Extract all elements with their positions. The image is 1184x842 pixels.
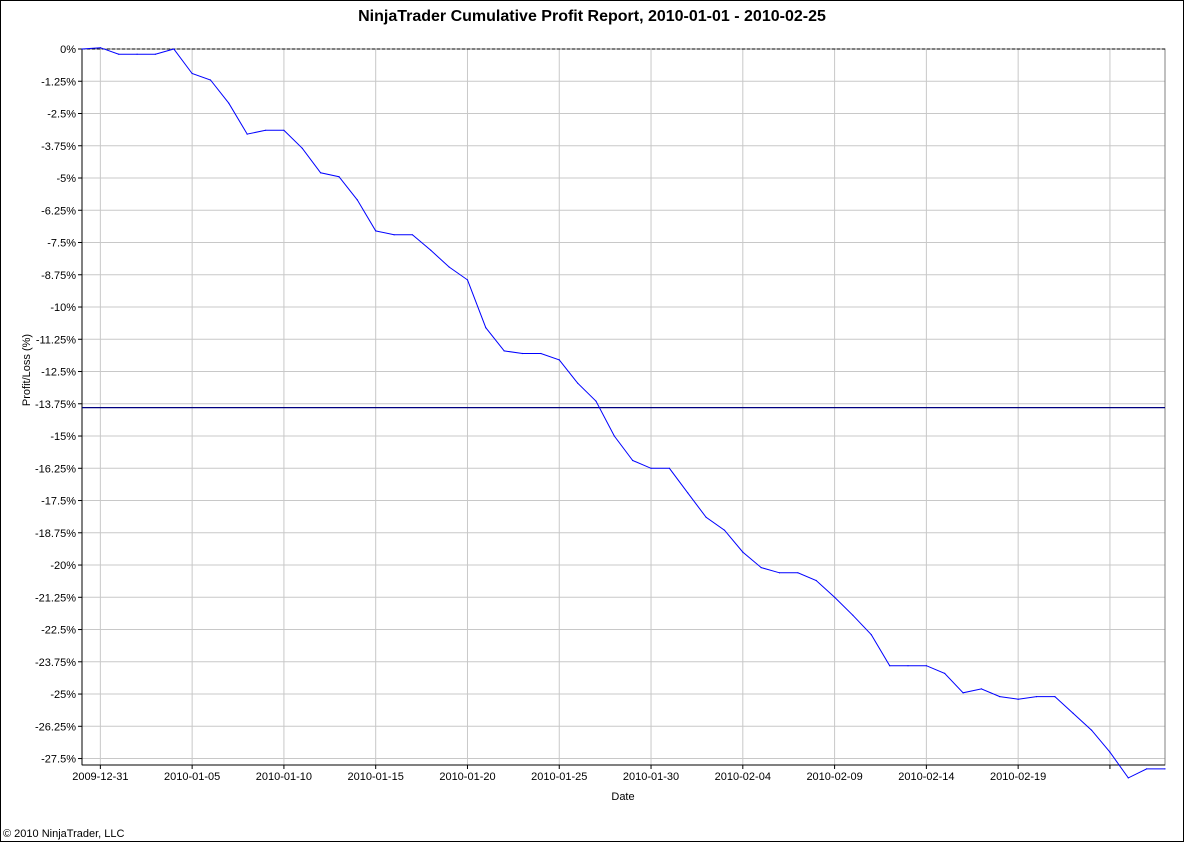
x-tick-label: 2010-01-30 bbox=[623, 771, 679, 783]
y-tick-label: -16.25% bbox=[35, 463, 76, 475]
series-point bbox=[797, 572, 799, 574]
y-tick-label: -10% bbox=[50, 302, 76, 314]
series-point bbox=[815, 579, 817, 582]
series-point bbox=[1072, 712, 1074, 715]
y-tick-label: -1.25% bbox=[41, 76, 76, 88]
series-point bbox=[980, 688, 983, 690]
y-tick-label: -12.5% bbox=[41, 367, 76, 379]
y-tick-label: -11.25% bbox=[36, 334, 76, 346]
series-point bbox=[870, 634, 872, 636]
series-point bbox=[778, 572, 781, 574]
y-tick-label: -5% bbox=[56, 173, 76, 185]
series-point bbox=[1017, 698, 1019, 700]
series-point bbox=[925, 665, 928, 667]
series-point bbox=[136, 53, 138, 55]
cumulative-profit-chart: 0% -1.25% -2.5% -3.75% -5% -6.25% -7.5% -8.75% -… bbox=[35, 44, 1166, 783]
series-point bbox=[375, 230, 377, 232]
series-point bbox=[191, 72, 193, 75]
series-point bbox=[1164, 768, 1166, 770]
series-point bbox=[1035, 696, 1038, 698]
y-tick-label: -8.75% bbox=[41, 270, 76, 282]
x-tick-label: 2010-02-14 bbox=[898, 771, 954, 783]
series-point bbox=[668, 467, 671, 469]
series-point bbox=[265, 129, 267, 131]
series-point bbox=[356, 199, 358, 201]
series-point bbox=[209, 79, 212, 81]
y-tick-label: -17.5% bbox=[41, 496, 76, 508]
series-point bbox=[173, 48, 175, 50]
series-point bbox=[81, 48, 83, 50]
series-point bbox=[521, 352, 524, 355]
series-point bbox=[577, 382, 579, 384]
series-point bbox=[338, 176, 340, 178]
x-tick-label: 2010-01-10 bbox=[256, 771, 312, 783]
series-point bbox=[687, 492, 689, 494]
series-point bbox=[448, 266, 450, 268]
series-point bbox=[540, 352, 542, 355]
series-point bbox=[705, 516, 707, 518]
y-tick-label: -6.25% bbox=[41, 205, 76, 217]
series-point bbox=[1054, 696, 1056, 698]
series-point bbox=[246, 133, 248, 135]
series-point bbox=[283, 129, 285, 131]
series-point bbox=[466, 279, 469, 281]
series-point bbox=[944, 672, 946, 675]
series-point bbox=[393, 234, 395, 236]
series-point bbox=[852, 614, 854, 616]
series-point bbox=[320, 172, 322, 174]
series-point bbox=[411, 234, 413, 236]
series-point bbox=[1091, 729, 1093, 731]
y-tick-label: -7.5% bbox=[47, 238, 76, 250]
y-tick-label: -25% bbox=[50, 689, 76, 701]
series-point bbox=[723, 529, 726, 531]
series-point bbox=[907, 665, 909, 667]
y-tick-label: -15% bbox=[50, 431, 76, 443]
series-point bbox=[301, 147, 303, 149]
series-point bbox=[430, 249, 432, 251]
y-tick-label: -26.25% bbox=[35, 721, 76, 733]
series-point bbox=[558, 359, 560, 361]
series-point bbox=[595, 400, 597, 402]
series-point bbox=[834, 596, 836, 598]
series-point bbox=[650, 467, 652, 469]
series-point bbox=[962, 692, 964, 694]
series-point bbox=[485, 327, 487, 329]
y-tick-label: -21.25% bbox=[35, 592, 76, 604]
series-point bbox=[118, 53, 120, 55]
profit-series-line bbox=[81, 47, 1165, 779]
x-tick-label: 2010-02-09 bbox=[806, 771, 862, 783]
series-point bbox=[632, 459, 634, 462]
series-point bbox=[99, 47, 101, 49]
y-tick-label: -3.75% bbox=[41, 141, 76, 153]
x-tick-label: 2010-01-20 bbox=[439, 771, 495, 783]
x-tick-label: 2010-01-15 bbox=[348, 771, 404, 783]
series-point bbox=[760, 567, 762, 569]
y-tick-label: -23.75% bbox=[35, 657, 76, 669]
y-tick-label: 0% bbox=[60, 44, 76, 56]
series-point bbox=[1146, 768, 1148, 770]
y-tick-label: -13.75% bbox=[35, 399, 76, 411]
series-point bbox=[613, 435, 615, 437]
series-point bbox=[999, 696, 1001, 698]
y-tick-label: -2.5% bbox=[47, 109, 76, 121]
y-tick-label: -18.75% bbox=[35, 528, 76, 540]
x-tick-label: 2010-01-05 bbox=[164, 771, 220, 783]
y-tick-label: -27.5% bbox=[41, 754, 76, 766]
series-point bbox=[1109, 751, 1111, 753]
series-point bbox=[742, 551, 744, 553]
series-point bbox=[889, 665, 891, 667]
series-point bbox=[1127, 777, 1129, 779]
series-point bbox=[154, 53, 156, 55]
series-point bbox=[503, 350, 505, 352]
x-tick-label: 2009-12-31 bbox=[72, 771, 128, 783]
y-tick-label: -20% bbox=[50, 560, 76, 572]
series-point bbox=[228, 102, 230, 104]
y-tick-label: -22.5% bbox=[41, 625, 76, 637]
x-tick-label: 2010-01-25 bbox=[531, 771, 587, 783]
x-tick-label: 2010-02-19 bbox=[990, 771, 1046, 783]
x-tick-label: 2010-02-04 bbox=[715, 771, 771, 783]
